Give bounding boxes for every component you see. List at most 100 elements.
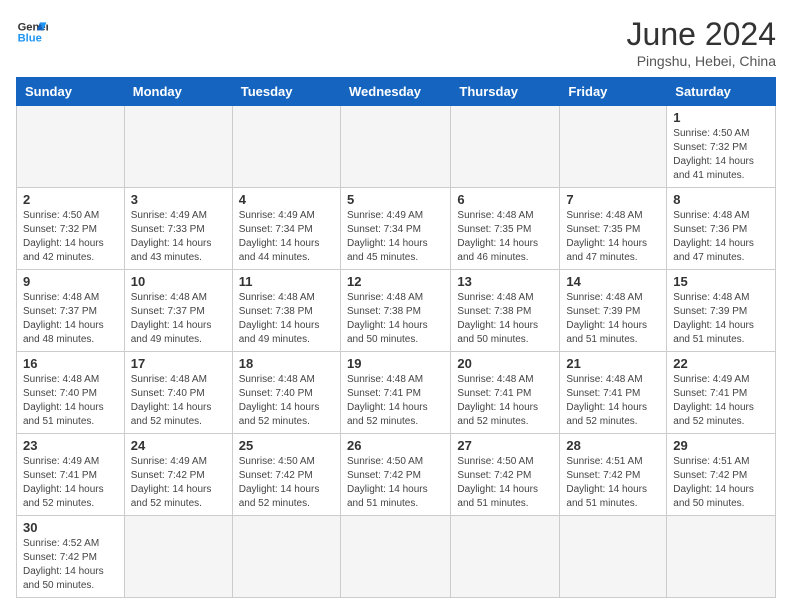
- day-info: Sunrise: 4:49 AM Sunset: 7:34 PM Dayligh…: [239, 209, 334, 265]
- calendar-cell: 18 Sunrise: 4:48 AM Sunset: 7:40 PM Dayli…: [232, 352, 340, 434]
- header-monday: Monday: [124, 78, 232, 106]
- calendar-cell: 25 Sunrise: 4:50 AM Sunset: 7:42 PM Dayli…: [232, 434, 340, 516]
- calendar-cell: 2 Sunrise: 4:50 AM Sunset: 7:32 PM Daylig…: [17, 188, 125, 270]
- day-info: Sunrise: 4:48 AM Sunset: 7:39 PM Dayligh…: [673, 291, 769, 347]
- day-number: 24: [131, 438, 226, 453]
- header-friday: Friday: [560, 78, 667, 106]
- day-info: Sunrise: 4:48 AM Sunset: 7:37 PM Dayligh…: [23, 291, 118, 347]
- day-number: 11: [239, 274, 334, 289]
- calendar-cell: 13Sunrise: 4:48 AM Sunset: 7:38 PM Dayli…: [451, 270, 560, 352]
- calendar-week-3: 16Sunrise: 4:48 AM Sunset: 7:40 PM Dayli…: [17, 352, 776, 434]
- day-number: 27: [457, 438, 553, 453]
- calendar-cell: [667, 516, 776, 598]
- day-info: Sunrise: 4:48 AM Sunset: 7:38 PM Dayligh…: [457, 291, 553, 347]
- day-info: Sunrise: 4:49 AM Sunset: 7:41 PM Dayligh…: [673, 373, 769, 429]
- calendar-cell: [451, 106, 560, 188]
- day-number: 18: [239, 356, 334, 371]
- header-thursday: Thursday: [451, 78, 560, 106]
- calendar-cell: 21Sunrise: 4:48 AM Sunset: 7:41 PM Dayli…: [560, 352, 667, 434]
- day-number: 17: [131, 356, 226, 371]
- day-info: Sunrise: 4:52 AM Sunset: 7:42 PM Dayligh…: [23, 537, 118, 593]
- day-number: 29: [673, 438, 769, 453]
- header-sunday: Sunday: [17, 78, 125, 106]
- calendar-cell: 28 Sunrise: 4:51 AM Sunset: 7:42 PM Dayli…: [560, 434, 667, 516]
- calendar-cell: [17, 106, 125, 188]
- calendar-cell: [232, 106, 340, 188]
- day-info: Sunrise: 4:48 AM Sunset: 7:37 PM Dayligh…: [131, 291, 226, 347]
- calendar-cell: 15 Sunrise: 4:48 AM Sunset: 7:39 PM Dayli…: [667, 270, 776, 352]
- day-info: Sunrise: 4:48 AM Sunset: 7:38 PM Dayligh…: [239, 291, 334, 347]
- day-info: Sunrise: 4:48 AM Sunset: 7:41 PM Dayligh…: [347, 373, 444, 429]
- day-number: 28: [566, 438, 660, 453]
- day-info: Sunrise: 4:48 AM Sunset: 7:36 PM Dayligh…: [673, 209, 769, 265]
- calendar-cell: 26 Sunrise: 4:50 AM Sunset: 7:42 PM Dayli…: [340, 434, 450, 516]
- calendar-cell: [340, 106, 450, 188]
- calendar-cell: [124, 106, 232, 188]
- calendar-cell: 30Sunrise: 4:52 AM Sunset: 7:42 PM Dayli…: [17, 516, 125, 598]
- day-number: 3: [131, 192, 226, 207]
- calendar-cell: 14Sunrise: 4:48 AM Sunset: 7:39 PM Dayli…: [560, 270, 667, 352]
- day-number: 22: [673, 356, 769, 371]
- calendar-cell: 19 Sunrise: 4:48 AM Sunset: 7:41 PM Dayli…: [340, 352, 450, 434]
- day-info: Sunrise: 4:50 AM Sunset: 7:32 PM Dayligh…: [673, 127, 769, 183]
- header-tuesday: Tuesday: [232, 78, 340, 106]
- subtitle: Pingshu, Hebei, China: [627, 53, 776, 69]
- day-info: Sunrise: 4:49 AM Sunset: 7:33 PM Dayligh…: [131, 209, 226, 265]
- header: General Blue June 2024 Pingshu, Hebei, C…: [16, 16, 776, 69]
- day-info: Sunrise: 4:50 AM Sunset: 7:42 PM Dayligh…: [457, 455, 553, 511]
- calendar-cell: 11 Sunrise: 4:48 AM Sunset: 7:38 PM Dayli…: [232, 270, 340, 352]
- day-number: 25: [239, 438, 334, 453]
- calendar-cell: [560, 516, 667, 598]
- logo-icon: General Blue: [16, 16, 48, 48]
- calendar-week-1: 2 Sunrise: 4:50 AM Sunset: 7:32 PM Daylig…: [17, 188, 776, 270]
- calendar-week-4: 23 Sunrise: 4:49 AM Sunset: 7:41 PM Dayli…: [17, 434, 776, 516]
- day-number: 26: [347, 438, 444, 453]
- calendar-cell: 23 Sunrise: 4:49 AM Sunset: 7:41 PM Dayli…: [17, 434, 125, 516]
- calendar-week-0: 1Sunrise: 4:50 AM Sunset: 7:32 PM Daylig…: [17, 106, 776, 188]
- day-number: 10: [131, 274, 226, 289]
- calendar-cell: 16Sunrise: 4:48 AM Sunset: 7:40 PM Dayli…: [17, 352, 125, 434]
- calendar: Sunday Monday Tuesday Wednesday Thursday…: [16, 77, 776, 598]
- day-number: 4: [239, 192, 334, 207]
- day-number: 2: [23, 192, 118, 207]
- calendar-header-row: Sunday Monday Tuesday Wednesday Thursday…: [17, 78, 776, 106]
- calendar-cell: [451, 516, 560, 598]
- day-number: 14: [566, 274, 660, 289]
- calendar-cell: 12Sunrise: 4:48 AM Sunset: 7:38 PM Dayli…: [340, 270, 450, 352]
- day-number: 12: [347, 274, 444, 289]
- calendar-cell: 22 Sunrise: 4:49 AM Sunset: 7:41 PM Dayli…: [667, 352, 776, 434]
- calendar-cell: 10 Sunrise: 4:48 AM Sunset: 7:37 PM Dayli…: [124, 270, 232, 352]
- day-number: 19: [347, 356, 444, 371]
- day-info: Sunrise: 4:51 AM Sunset: 7:42 PM Dayligh…: [566, 455, 660, 511]
- day-info: Sunrise: 4:48 AM Sunset: 7:40 PM Dayligh…: [239, 373, 334, 429]
- day-info: Sunrise: 4:49 AM Sunset: 7:34 PM Dayligh…: [347, 209, 444, 265]
- calendar-cell: 9 Sunrise: 4:48 AM Sunset: 7:37 PM Daylig…: [17, 270, 125, 352]
- day-number: 23: [23, 438, 118, 453]
- calendar-cell: [340, 516, 450, 598]
- day-info: Sunrise: 4:50 AM Sunset: 7:42 PM Dayligh…: [347, 455, 444, 511]
- day-info: Sunrise: 4:50 AM Sunset: 7:42 PM Dayligh…: [239, 455, 334, 511]
- day-info: Sunrise: 4:50 AM Sunset: 7:32 PM Dayligh…: [23, 209, 118, 265]
- day-number: 5: [347, 192, 444, 207]
- calendar-cell: 1Sunrise: 4:50 AM Sunset: 7:32 PM Daylig…: [667, 106, 776, 188]
- title-area: June 2024 Pingshu, Hebei, China: [627, 16, 776, 69]
- calendar-week-2: 9 Sunrise: 4:48 AM Sunset: 7:37 PM Daylig…: [17, 270, 776, 352]
- day-info: Sunrise: 4:49 AM Sunset: 7:41 PM Dayligh…: [23, 455, 118, 511]
- day-info: Sunrise: 4:49 AM Sunset: 7:42 PM Dayligh…: [131, 455, 226, 511]
- day-number: 8: [673, 192, 769, 207]
- day-number: 9: [23, 274, 118, 289]
- day-info: Sunrise: 4:48 AM Sunset: 7:40 PM Dayligh…: [131, 373, 226, 429]
- svg-text:Blue: Blue: [18, 33, 42, 45]
- day-number: 21: [566, 356, 660, 371]
- calendar-cell: 7Sunrise: 4:48 AM Sunset: 7:35 PM Daylig…: [560, 188, 667, 270]
- calendar-cell: 6Sunrise: 4:48 AM Sunset: 7:35 PM Daylig…: [451, 188, 560, 270]
- calendar-cell: 3 Sunrise: 4:49 AM Sunset: 7:33 PM Daylig…: [124, 188, 232, 270]
- day-number: 15: [673, 274, 769, 289]
- day-number: 7: [566, 192, 660, 207]
- day-info: Sunrise: 4:51 AM Sunset: 7:42 PM Dayligh…: [673, 455, 769, 511]
- calendar-cell: 24 Sunrise: 4:49 AM Sunset: 7:42 PM Dayli…: [124, 434, 232, 516]
- header-wednesday: Wednesday: [340, 78, 450, 106]
- calendar-cell: 8 Sunrise: 4:48 AM Sunset: 7:36 PM Daylig…: [667, 188, 776, 270]
- calendar-cell: 20Sunrise: 4:48 AM Sunset: 7:41 PM Dayli…: [451, 352, 560, 434]
- header-saturday: Saturday: [667, 78, 776, 106]
